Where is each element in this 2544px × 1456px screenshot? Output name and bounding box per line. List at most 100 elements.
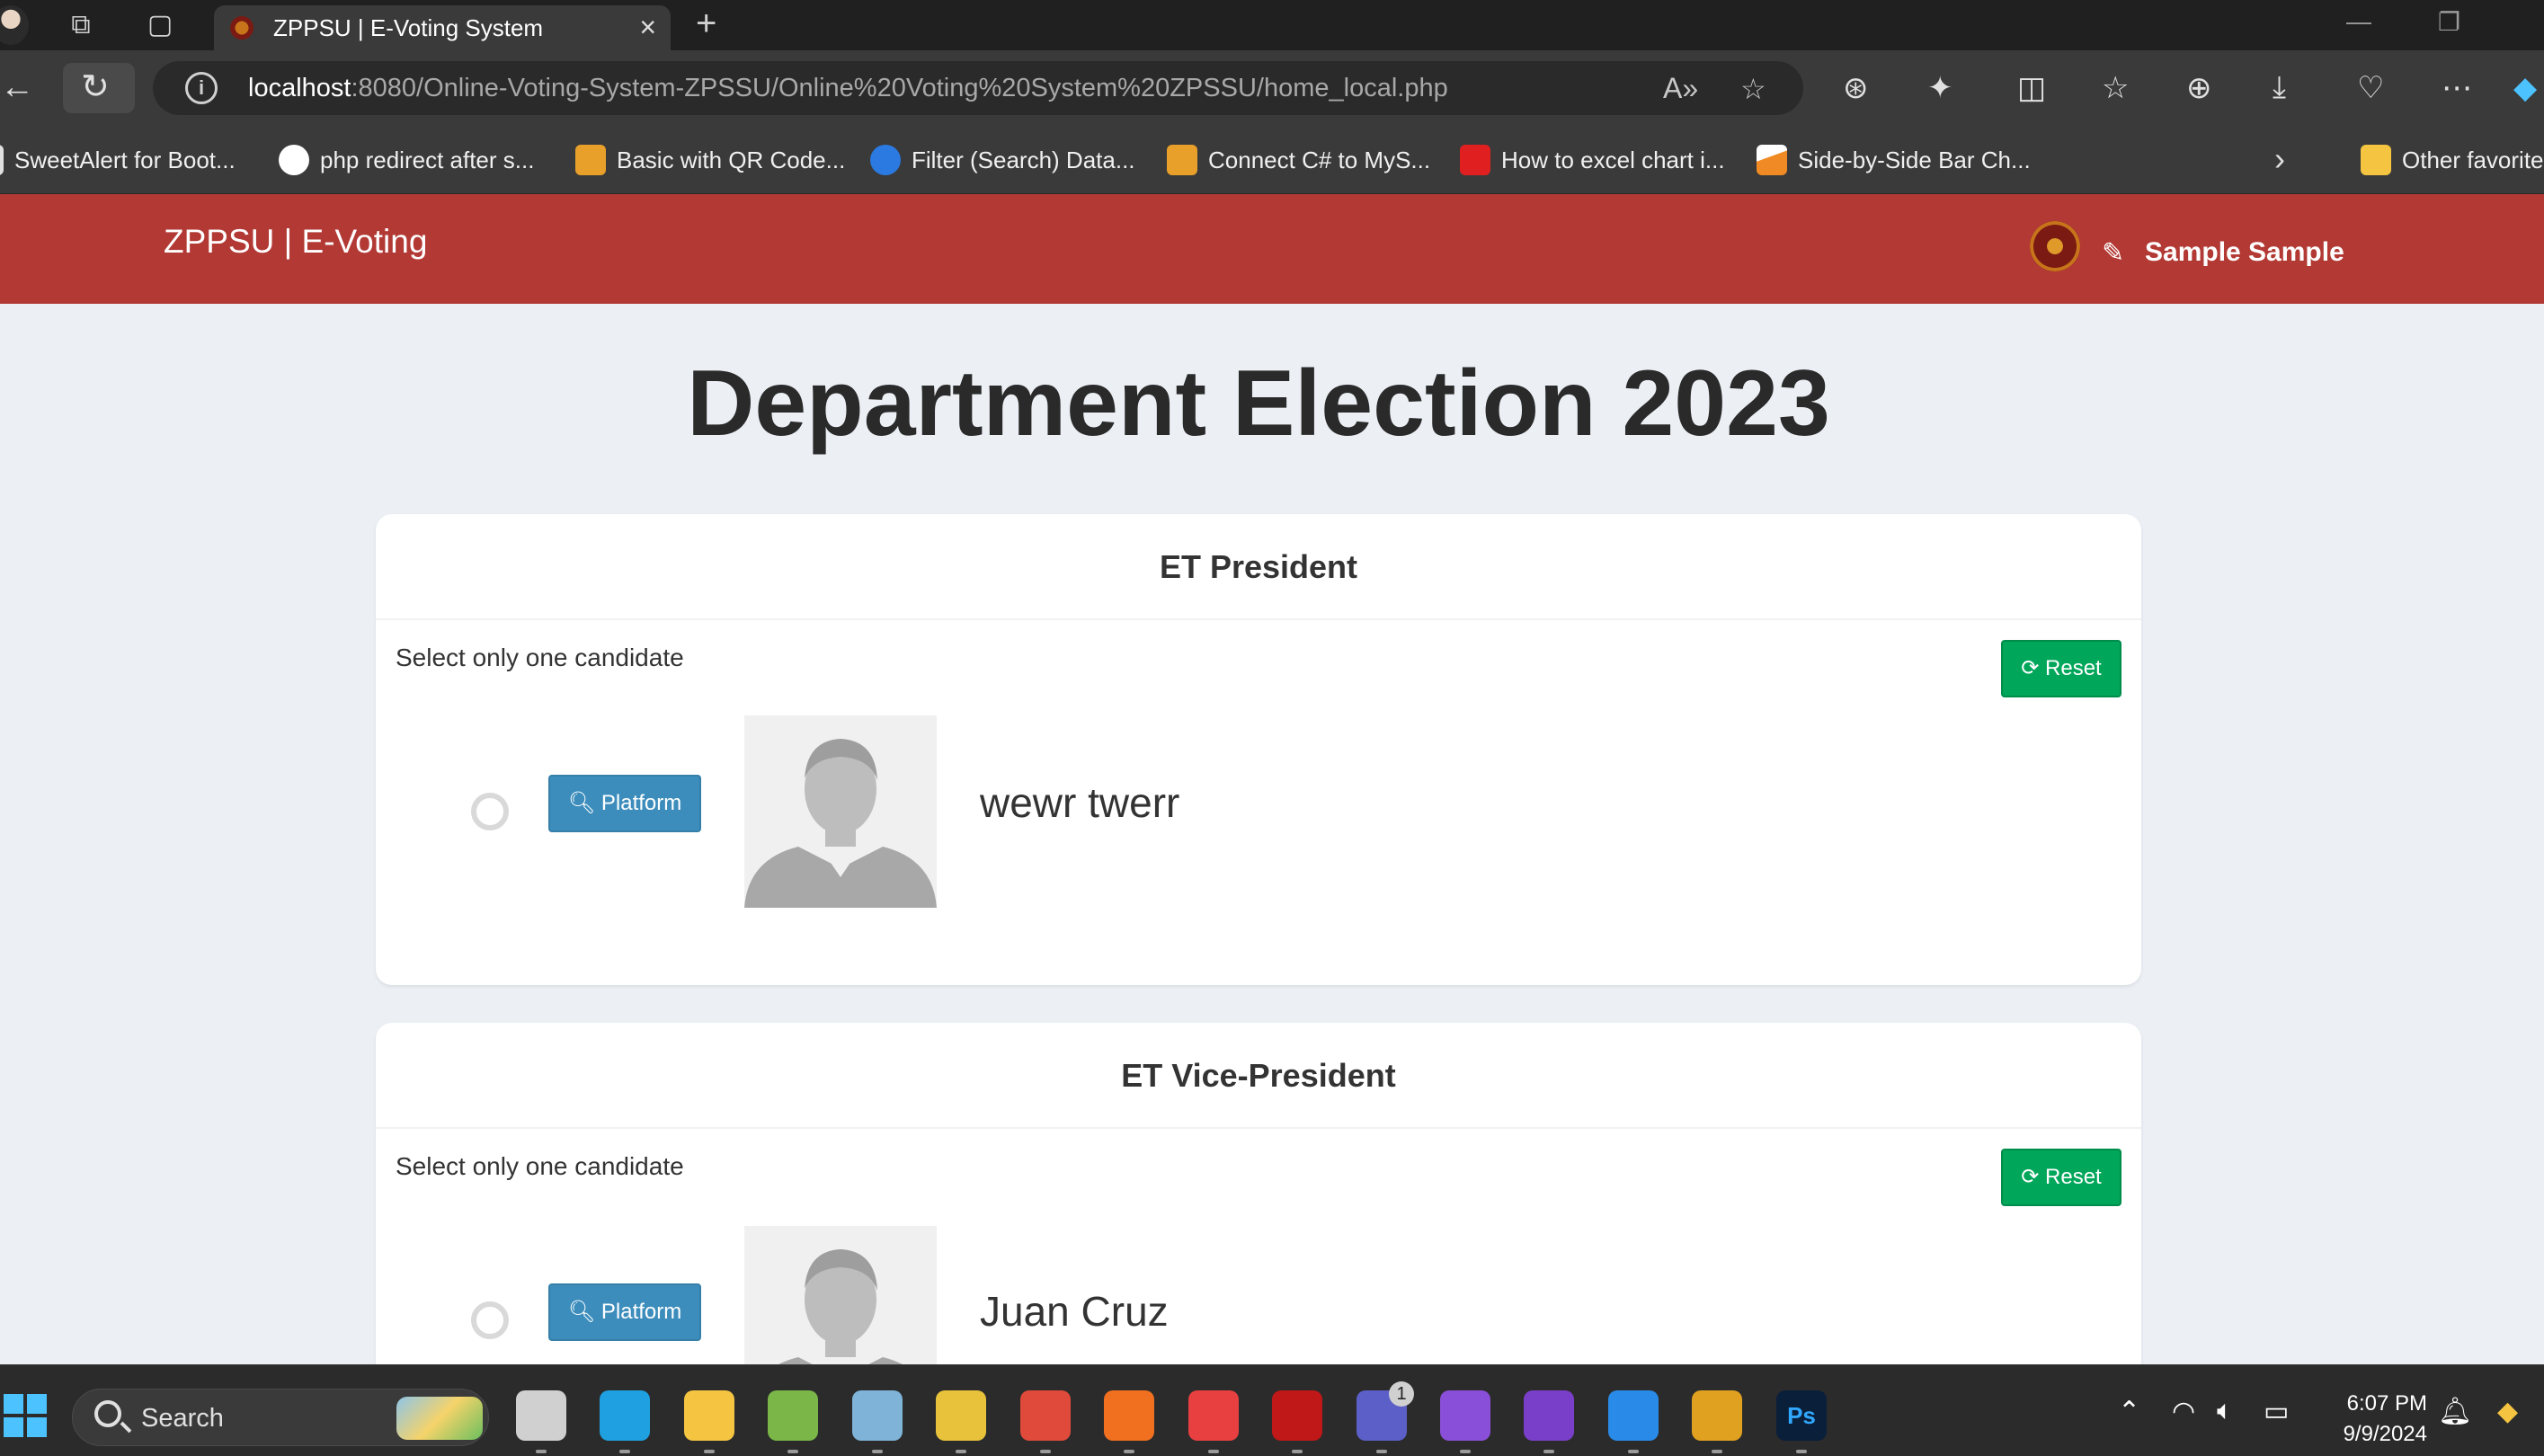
copilot-extension-icon[interactable]: ⊛ [1843,70,1869,106]
search-icon: 🔍︎ [567,1300,596,1324]
anydesk-taskbar-icon[interactable] [1188,1390,1239,1453]
bookmark-item[interactable]: SweetAlert for Boot... [0,142,236,178]
browser-toolbar: ← ↻ i localhost:8080/Online-Voting-Syste… [0,50,2544,126]
refresh-icon: ⟳ [2021,656,2040,680]
site-favicon-icon [230,16,254,40]
codeproject-icon [1167,145,1197,175]
volume-icon[interactable]: 🔈︎ [2217,1396,2233,1426]
n-logo-icon [1460,145,1490,175]
user-name[interactable]: Sample Sample [2145,237,2344,268]
university-logo-icon [2030,221,2080,271]
split-screen-icon[interactable]: ◫ [2017,70,2046,106]
github-icon [279,145,309,175]
app-yellow-taskbar-icon[interactable] [936,1390,986,1453]
filezilla-taskbar-icon[interactable] [1272,1390,1322,1453]
app-blue-taskbar-icon[interactable] [852,1390,903,1453]
wifi-icon[interactable]: ◠ [2172,1396,2195,1427]
new-tab-button[interactable]: + [696,4,716,44]
downloads-icon[interactable]: ⤓ [2273,70,2286,105]
other-favorites-folder[interactable]: Other favorite [2361,142,2544,178]
running-indicator [1124,1450,1134,1453]
edit-profile-icon[interactable]: ✎ [2102,237,2124,269]
position-box: ET President Select only one candidate ⟳… [376,514,2141,985]
photoshop-taskbar-icon[interactable]: Ps [1776,1390,1827,1453]
platform-button[interactable]: 🔍︎ Platform [548,1283,701,1341]
app-swirl-taskbar-icon[interactable] [1692,1390,1742,1453]
bookmark-item[interactable]: php redirect after s... [279,142,534,178]
running-indicator [1040,1450,1051,1453]
address-bar[interactable]: i localhost:8080/Online-Voting-System-ZP… [153,61,1803,115]
visual-studio-2-taskbar-icon[interactable] [1524,1390,1574,1453]
search-highlight-icon [396,1397,483,1440]
file-explorer-taskbar-icon[interactable] [684,1390,734,1453]
running-indicator [1543,1450,1554,1453]
url-text[interactable]: localhost:8080/Online-Voting-System-ZPSS… [248,74,1448,103]
running-indicator [619,1450,630,1453]
system-clock[interactable]: 6:07 PM 9/9/2024 [2319,1389,2427,1450]
bookmark-item[interactable]: Connect C# to MyS... [1167,142,1430,178]
visual-studio-taskbar-icon[interactable] [1440,1390,1490,1453]
collections-icon[interactable]: ⊕ [2186,70,2212,106]
chrome-taskbar-icon[interactable] [1020,1390,1071,1453]
candidate-photo [744,715,937,908]
running-indicator [1208,1450,1219,1453]
bookmark-label: Side-by-Side Bar Ch... [1798,146,2031,173]
reload-icon: ↻ [81,68,110,106]
taskbar-search[interactable]: Search [72,1389,489,1446]
bookmark-item[interactable]: Basic with QR Code... [575,142,845,178]
notification-bell-icon[interactable]: 🔔︎ [2438,1396,2472,1427]
copilot-preview-icon[interactable]: ◆ [2497,1396,2518,1427]
battery-icon[interactable]: ▭ [2264,1396,2289,1427]
bookmark-item[interactable]: Side-by-Side Bar Ch... [1757,142,2031,178]
favorite-star-icon[interactable]: ☆ [1740,72,1766,106]
restore-icon[interactable]: ❐ [2438,7,2460,37]
reload-button[interactable]: ↻ [63,63,135,113]
platform-button[interactable]: 🔍︎ Platform [548,775,701,832]
position-title: ET President [376,514,2141,620]
show-hidden-icons-icon[interactable]: ⌃ [2118,1396,2140,1427]
reset-button[interactable]: ⟳ Reset [2001,640,2121,697]
back-arrow-icon[interactable]: ← [0,67,34,108]
bookmark-label: Filter (Search) Data... [912,146,1135,173]
other-favorites-label: Other favorite [2402,146,2544,173]
vscode-taskbar-icon[interactable] [1608,1390,1659,1453]
teams-taskbar-icon[interactable]: 1 [1357,1381,1414,1453]
reset-button[interactable]: ⟳ Reset [2001,1149,2121,1206]
tab-title: ZPPSU | E-Voting System [273,14,544,41]
site-info-icon[interactable]: i [185,72,218,104]
read-aloud-icon[interactable]: A» [1663,72,1698,105]
minimize-icon[interactable]: — [2346,7,2371,36]
candidate-radio[interactable] [471,793,509,830]
bookmark-label: Basic with QR Code... [617,146,846,173]
tab-actions-icon[interactable]: ▢ [144,9,176,41]
page-title: Department Election 2023 [687,351,1830,456]
close-tab-icon[interactable]: × [639,11,656,44]
xampp-taskbar-icon[interactable] [1104,1390,1154,1453]
windows-start-icon[interactable] [4,1394,47,1437]
workspaces-icon[interactable]: ⧉ [65,9,97,41]
edge-taskbar-icon[interactable] [600,1390,650,1453]
notepad-plus-taskbar-icon[interactable] [768,1390,818,1453]
running-indicator [1460,1450,1471,1453]
running-indicator [1628,1450,1639,1453]
candidate-radio[interactable] [471,1301,509,1339]
more-menu-icon[interactable]: ⋯ [2442,70,2472,106]
extensions-icon[interactable]: ✦ [1927,70,1953,106]
task-view-taskbar-icon[interactable] [516,1390,566,1453]
profile-avatar[interactable] [0,5,29,45]
active-tab[interactable]: ZPPSU | E-Voting System × [214,5,671,50]
copilot-icon[interactable]: ◆ [2513,70,2537,106]
bookmark-item[interactable]: Filter (Search) Data... [870,142,1135,178]
favorites-icon[interactable]: ☆ [2102,70,2129,106]
site-brand[interactable]: ZPPSU | E-Voting [164,223,427,261]
running-indicator [1292,1450,1303,1453]
search-icon [94,1400,121,1427]
bookmark-item[interactable]: How to excel chart i... [1460,142,1725,178]
bookmarks-overflow-icon[interactable]: › [2274,140,2285,178]
photoshop-label: Ps [1787,1402,1816,1429]
refresh-icon: ⟳ [2021,1165,2040,1189]
bookmark-label: How to excel chart i... [1501,146,1725,173]
codeproject-icon [575,145,606,175]
bookmarks-bar: SweetAlert for Boot... php redirect afte… [0,126,2544,194]
browser-essentials-icon[interactable]: ♡ [2357,70,2384,106]
